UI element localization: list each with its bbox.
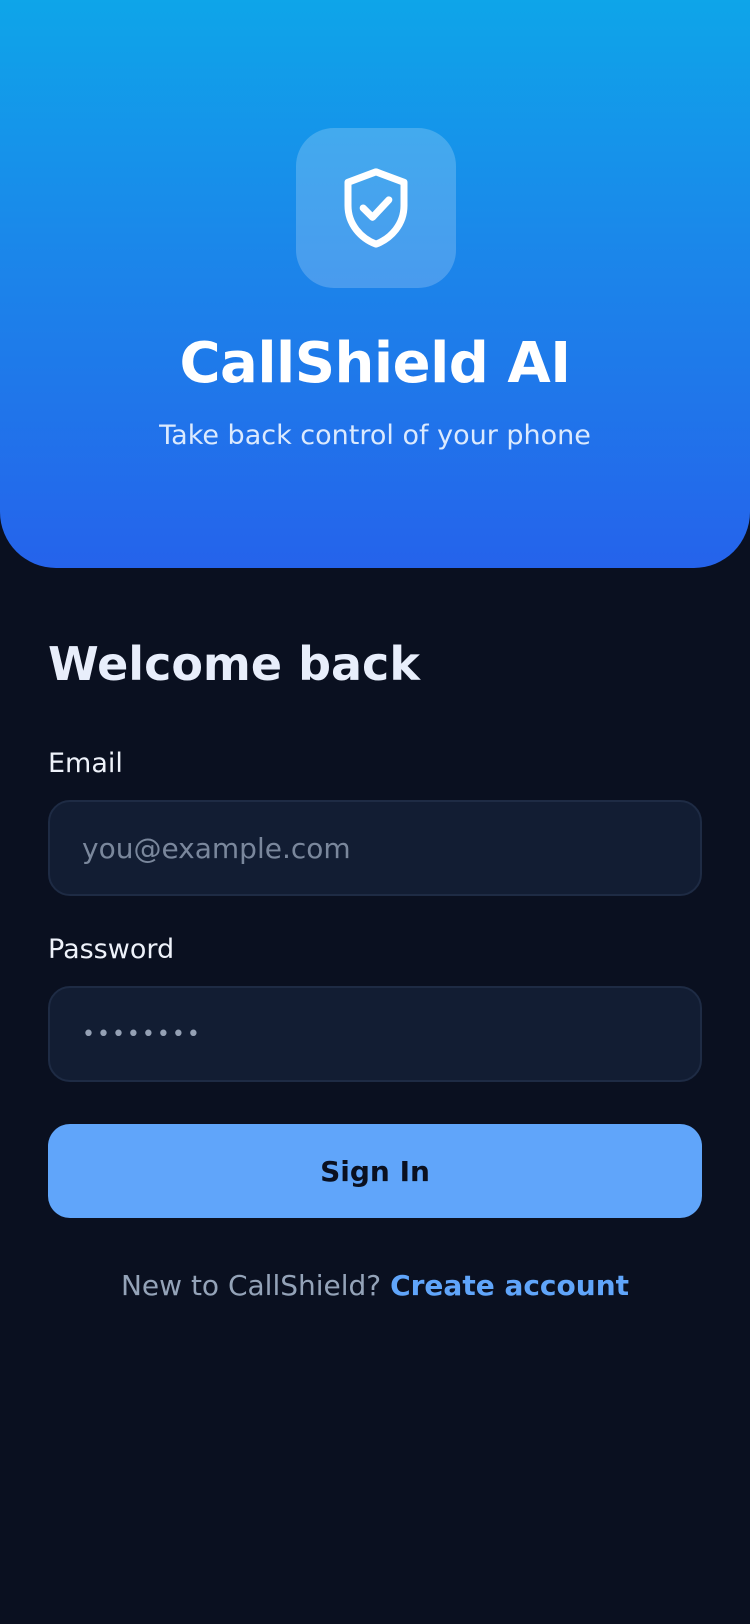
email-field-container[interactable] [48,800,702,896]
signup-prompt-text: New to CallShield? [120,1269,382,1302]
welcome-heading: Welcome back [48,637,420,691]
signup-prompt: New to CallShield? Create account [0,1268,750,1304]
app-title: CallShield AI [179,331,571,396]
password-field[interactable]: •••••••• [48,986,702,1082]
email-label: Email [48,748,123,779]
create-account-link[interactable]: Create account [390,1269,629,1302]
shield-check-icon [344,168,408,248]
password-label: Password [48,934,175,965]
hero-header: CallShield AI Take back control of your … [0,0,750,568]
app-tagline: Take back control of your phone [159,420,591,451]
login-screen: CallShield AI Take back control of your … [0,0,750,1624]
sign-in-button[interactable]: Sign In [48,1124,702,1218]
app-logo [296,128,456,288]
password-masked-value: •••••••• [82,1021,202,1047]
email-input[interactable] [82,831,700,865]
